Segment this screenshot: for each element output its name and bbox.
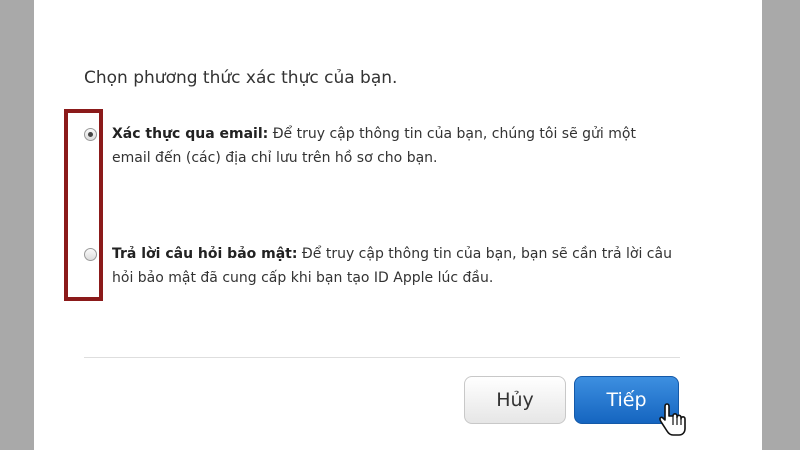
option-security-question-title: Trả lời câu hỏi bảo mật: [112, 246, 298, 262]
option-email-text: Xác thực qua email: Để truy cập thông ti… [112, 122, 672, 170]
option-security-question-text: Trả lời câu hỏi bảo mật: Để truy cập thô… [112, 242, 672, 290]
option-email-title: Xác thực qua email: [112, 126, 269, 142]
page-prompt: Chọn phương thức xác thực của bạn. [84, 68, 398, 88]
hand-pointer-icon [659, 403, 686, 436]
cancel-button[interactable]: Hủy [464, 376, 566, 424]
divider [84, 357, 680, 358]
radio-highlight-box [64, 109, 103, 301]
